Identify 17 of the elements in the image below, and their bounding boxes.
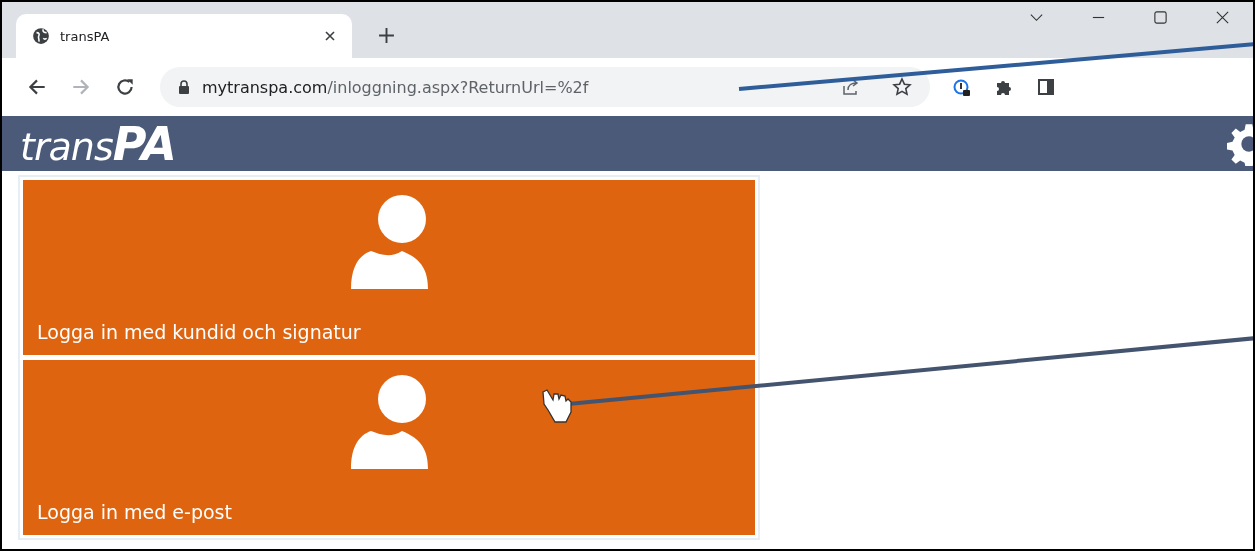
globe-icon	[32, 27, 50, 45]
close-icon[interactable]	[324, 30, 336, 42]
side-panel-icon[interactable]	[1036, 77, 1056, 97]
maximize-icon[interactable]	[1153, 9, 1168, 25]
address-bar[interactable]: mytranspa.com/inloggning.aspx?ReturnUrl=%2f	[160, 67, 930, 107]
new-tab-icon[interactable]	[378, 27, 395, 44]
url-text: mytranspa.com/inloggning.aspx?ReturnUrl=%2f	[202, 77, 589, 97]
close-icon[interactable]	[1215, 9, 1230, 25]
hand-cursor-icon	[542, 389, 572, 423]
lock-icon	[178, 80, 190, 94]
reload-icon[interactable]	[114, 76, 136, 98]
password-extension-icon[interactable]	[952, 77, 972, 97]
star-icon[interactable]	[892, 77, 912, 97]
site-logo[interactable]: transPA	[20, 116, 176, 171]
browser-tab[interactable]: transPA	[16, 14, 352, 58]
login-option-tile[interactable]: Logga in med kundid och signatur	[23, 180, 755, 355]
login-option-tile[interactable]: Logga in med e-post	[23, 360, 755, 535]
